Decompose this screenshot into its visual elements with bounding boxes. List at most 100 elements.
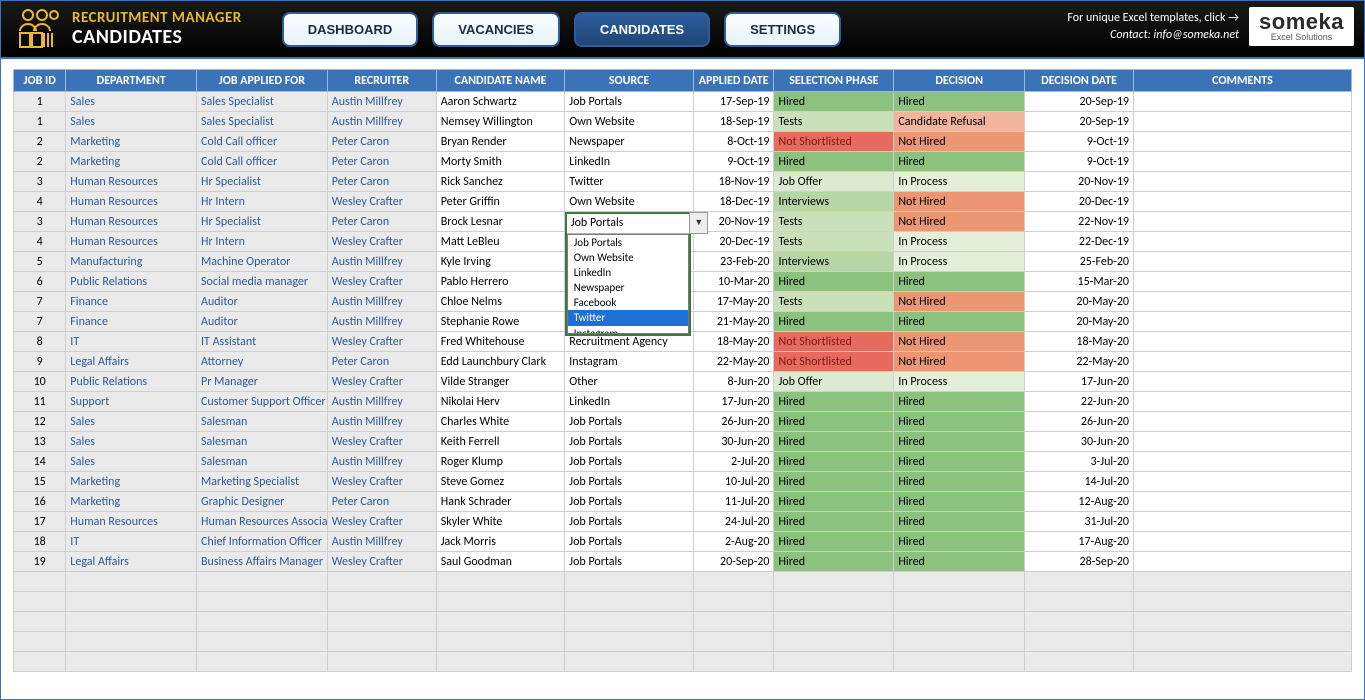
col-header[interactable]: APPLIED DATE	[693, 70, 774, 92]
cell[interactable]: Charles White	[436, 412, 565, 432]
dropdown-arrow-icon[interactable]: ▼	[689, 212, 708, 234]
cell[interactable]: 3	[14, 172, 66, 192]
cell[interactable]: Sales Specialist	[197, 112, 328, 132]
cell[interactable]: Steve Gomez	[436, 472, 565, 492]
cell[interactable]: 26-Jun-20	[693, 412, 774, 432]
cell[interactable]: Wesley Crafter	[327, 472, 436, 492]
cell[interactable]: Sales	[66, 412, 197, 432]
cell[interactable]: 20-May-20	[1025, 292, 1134, 312]
cell[interactable]: Manufacturing	[66, 252, 197, 272]
cell[interactable]: 31-Jul-20	[1025, 512, 1134, 532]
cell[interactable]: Hired	[894, 92, 1025, 112]
cell[interactable]	[1134, 492, 1352, 512]
cell[interactable]: Salesman	[197, 452, 328, 472]
cell[interactable]: Not Hired	[894, 292, 1025, 312]
cell[interactable]: Finance	[66, 292, 197, 312]
cell[interactable]: Peter Caron	[327, 352, 436, 372]
cell[interactable]	[1134, 172, 1352, 192]
table-row[interactable]: 1SalesSales SpecialistAustin MillfreyNem…	[14, 112, 1352, 132]
cell[interactable]: Wesley Crafter	[327, 272, 436, 292]
cell[interactable]: 7	[14, 312, 66, 332]
cell[interactable]: Bryan Render	[436, 132, 565, 152]
cell[interactable]: 2	[14, 152, 66, 172]
cell[interactable]: Cold Call officer	[197, 132, 328, 152]
cell[interactable]: Chief Information Officer	[197, 532, 328, 552]
cell[interactable]: In Process	[894, 372, 1025, 392]
cell[interactable]: Job Portals	[565, 472, 694, 492]
cell[interactable]: 10	[14, 372, 66, 392]
cell[interactable]: In Process	[894, 232, 1025, 252]
cell[interactable]	[1134, 472, 1352, 492]
cell[interactable]: 3-Jul-20	[1025, 452, 1134, 472]
cell[interactable]	[1134, 232, 1352, 252]
cell[interactable]: 24-Jul-20	[693, 512, 774, 532]
table-row[interactable]: 10Public RelationsPr ManagerWesley Craft…	[14, 372, 1352, 392]
cell[interactable]: Not Hired	[894, 132, 1025, 152]
cell[interactable]: 17-Jun-20	[1025, 372, 1134, 392]
cell[interactable]: Public Relations	[66, 372, 197, 392]
cell[interactable]: Salesman	[197, 412, 328, 432]
cell[interactable]	[1134, 92, 1352, 112]
cell[interactable]: Customer Support Officer	[197, 392, 328, 412]
cell[interactable]: Austin Millfrey	[327, 532, 436, 552]
cell[interactable]: Hired	[894, 392, 1025, 412]
cell[interactable]: 2	[14, 132, 66, 152]
cell[interactable]	[1134, 312, 1352, 332]
cell[interactable]: Not Shortlisted	[774, 132, 894, 152]
cell[interactable]: Hired	[774, 272, 894, 292]
cell[interactable]: Not Hired	[894, 192, 1025, 212]
cell[interactable]: Aaron Schwartz	[436, 92, 565, 112]
cell[interactable]: 30-Jun-20	[693, 432, 774, 452]
cell[interactable]	[1134, 192, 1352, 212]
table-row[interactable]: 11SupportCustomer Support OfficerAustin …	[14, 392, 1352, 412]
cell[interactable]: Twitter	[565, 172, 694, 192]
cell[interactable]: Wesley Crafter	[327, 332, 436, 352]
cell[interactable]: Hired	[774, 512, 894, 532]
cell[interactable]: Job Portals	[565, 412, 694, 432]
source-dropdown[interactable]: Job Portals ▼ Job PortalsOwn WebsiteLink…	[565, 212, 692, 336]
cell[interactable]: 17-Aug-20	[1025, 532, 1134, 552]
cell[interactable]: Skyler White	[436, 512, 565, 532]
cell[interactable]: Morty Smith	[436, 152, 565, 172]
cell[interactable]: Business Affairs Manager	[197, 552, 328, 572]
cell[interactable]: Austin Millfrey	[327, 412, 436, 432]
cell[interactable]: Hired	[774, 492, 894, 512]
cell[interactable]: 8-Oct-19	[693, 132, 774, 152]
table-row[interactable]: 2MarketingCold Call officerPeter CaronBr…	[14, 132, 1352, 152]
cell[interactable]: Wesley Crafter	[327, 512, 436, 532]
cell[interactable]: Hr Specialist	[197, 212, 328, 232]
cell[interactable]: Legal Affairs	[66, 552, 197, 572]
cell[interactable]: 9	[14, 352, 66, 372]
cell[interactable]: Wesley Crafter	[327, 192, 436, 212]
cell[interactable]: Hired	[894, 432, 1025, 452]
cell[interactable]: Cold Call officer	[197, 152, 328, 172]
cell[interactable]: Brock Lesnar	[436, 212, 565, 232]
cell[interactable]: 7	[14, 292, 66, 312]
empty-row[interactable]	[14, 652, 1352, 672]
cell[interactable]: Not Hired	[894, 332, 1025, 352]
cell[interactable]: Job Portals	[565, 552, 694, 572]
cell[interactable]: Fred Whitehouse	[436, 332, 565, 352]
cell[interactable]: Hired	[894, 312, 1025, 332]
cell[interactable]: 1	[14, 92, 66, 112]
cell[interactable]: IT	[66, 332, 197, 352]
cell[interactable]: Hr Intern	[197, 192, 328, 212]
cell[interactable]: 30-Jun-20	[1025, 432, 1134, 452]
cell[interactable]: Hired	[894, 532, 1025, 552]
cell[interactable]: 10-Jul-20	[693, 472, 774, 492]
dropdown-option[interactable]: Facebook	[568, 295, 689, 310]
cell[interactable]: Graphic Designer	[197, 492, 328, 512]
empty-row[interactable]	[14, 632, 1352, 652]
dropdown-option[interactable]: Instagram	[568, 326, 689, 334]
cell[interactable]: 20-Sep-19	[1025, 92, 1134, 112]
cell[interactable]: Sales	[66, 112, 197, 132]
cell[interactable]: Other	[565, 372, 694, 392]
table-row[interactable]: 16MarketingGraphic DesignerPeter CaronHa…	[14, 492, 1352, 512]
cell[interactable]: 2-Jul-20	[693, 452, 774, 472]
cell[interactable]: Hired	[894, 272, 1025, 292]
cell[interactable]: Austin Millfrey	[327, 252, 436, 272]
cell[interactable]: Finance	[66, 312, 197, 332]
dropdown-selected[interactable]: Job Portals ▼	[567, 214, 690, 234]
cell[interactable]	[1134, 392, 1352, 412]
cell[interactable]: Hired	[774, 452, 894, 472]
